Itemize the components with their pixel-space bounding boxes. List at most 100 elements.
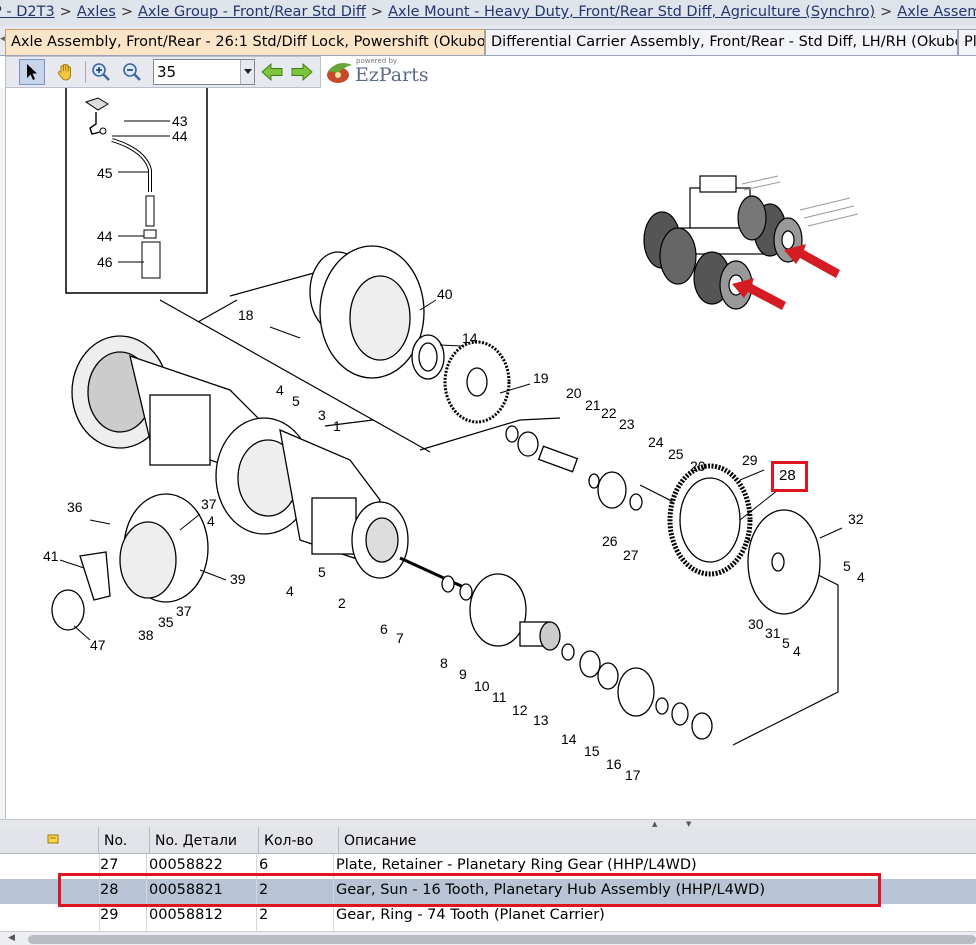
- svg-text:43: 43: [172, 113, 188, 129]
- cell-part-number: 00058812: [149, 907, 223, 923]
- svg-text:14: 14: [462, 330, 478, 346]
- svg-text:1: 1: [333, 418, 341, 434]
- cell-description: Plate, Retainer - Planetary Ring Gear (H…: [336, 857, 697, 873]
- cell-no: 29: [100, 907, 119, 923]
- ezparts-logo-icon: [327, 63, 352, 83]
- tab-partial[interactable]: Pl: [958, 29, 976, 55]
- cell-part-number: 00058822: [149, 857, 223, 873]
- cell-no: 27: [100, 857, 119, 873]
- svg-text:20: 20: [566, 385, 582, 401]
- tab-differential-carrier[interactable]: Differential Carrier Assembly, Front/Rea…: [485, 29, 958, 55]
- svg-text:24: 24: [648, 434, 664, 450]
- tab-label: Differential Carrier Assembly, Front/Rea…: [491, 34, 958, 50]
- pan-tool-button[interactable]: [53, 59, 79, 85]
- breadcrumb-link-axle-mount[interactable]: Axle Mount - Heavy Duty, Front/Rear Std …: [388, 4, 875, 20]
- svg-text:16: 16: [606, 756, 622, 772]
- breadcrumb-separator: >: [370, 4, 384, 20]
- arrow-right-icon: [291, 63, 313, 81]
- pointer-icon: [27, 64, 37, 80]
- svg-text:29: 29: [742, 452, 758, 468]
- svg-text:3: 3: [318, 407, 326, 423]
- toolbar-separator: [85, 61, 86, 83]
- column-header-quantity-label: Кол-во: [264, 833, 314, 849]
- svg-text:4: 4: [793, 643, 801, 659]
- svg-text:37: 37: [201, 496, 217, 512]
- select-tool-button[interactable]: [19, 59, 45, 85]
- zoom-dropdown-button[interactable]: [240, 60, 254, 84]
- svg-text:4: 4: [286, 583, 294, 599]
- hand-icon: [57, 63, 71, 81]
- zoom-level-select[interactable]: 35: [153, 59, 255, 85]
- previous-button[interactable]: [259, 59, 285, 85]
- cell-quantity: 2: [259, 907, 269, 923]
- svg-text:47: 47: [90, 637, 106, 653]
- column-header-part-number-label: No. Детали: [155, 833, 238, 849]
- svg-text:35: 35: [158, 614, 174, 630]
- breadcrumb-link-model[interactable]: P - D2T3: [0, 4, 55, 20]
- svg-text:37: 37: [176, 603, 192, 619]
- toolbar: 35 powered by EzParts: [0, 56, 976, 88]
- svg-text:38: 38: [138, 627, 154, 643]
- svg-text:20: 20: [690, 458, 706, 474]
- svg-text:44: 44: [97, 228, 113, 244]
- tab-label: Pl: [964, 34, 976, 50]
- brand-name: EzParts: [355, 64, 429, 86]
- panel-splitter[interactable]: ▲ ▼: [0, 819, 976, 828]
- planet-carrier-39: [79, 493, 209, 603]
- tool-group: 35: [5, 56, 321, 88]
- svg-text:5: 5: [843, 558, 851, 574]
- breadcrumb-separator: >: [880, 4, 893, 20]
- svg-text:32: 32: [848, 511, 864, 527]
- svg-text:11: 11: [492, 689, 507, 705]
- svg-text:17: 17: [625, 767, 641, 783]
- scrollbar-thumb[interactable]: [28, 935, 976, 944]
- svg-text:46: 46: [97, 254, 113, 270]
- svg-text:15: 15: [584, 743, 600, 759]
- scroll-left-icon[interactable]: ◀: [8, 933, 15, 943]
- cell-description: Gear, Ring - 74 Tooth (Planet Carrier): [336, 907, 605, 923]
- parts-diagram[interactable]: 43 44 45 44 46 40 18 14 19 4 5 3 1 20 21…: [0, 88, 976, 819]
- zoom-in-button[interactable]: [88, 59, 114, 85]
- svg-text:21: 21: [585, 397, 601, 413]
- zoom-in-icon: [92, 63, 110, 81]
- svg-text:36: 36: [67, 499, 83, 515]
- callout-28-highlight[interactable]: 28: [771, 461, 808, 492]
- svg-text:2: 2: [338, 595, 346, 611]
- column-header-part-number[interactable]: No. Детали: [150, 827, 259, 854]
- breadcrumb-separator: >: [120, 4, 133, 20]
- svg-text:5: 5: [318, 564, 326, 580]
- plate-32: [747, 509, 821, 615]
- breadcrumb-link-axle-assembly[interactable]: Axle Assembly: [897, 4, 976, 20]
- selected-row-annotation: [58, 873, 881, 907]
- column-header-quantity[interactable]: Кол-во: [259, 827, 339, 854]
- svg-text:4: 4: [276, 382, 284, 398]
- gear-19: [443, 340, 511, 424]
- svg-text:5: 5: [782, 635, 790, 651]
- breadcrumb-link-axle-group[interactable]: Axle Group - Front/Rear Std Diff: [138, 4, 366, 20]
- breadcrumb: P - D2T3>Axles>Axle Group - Front/Rear S…: [0, 0, 976, 26]
- svg-text:18: 18: [238, 307, 254, 323]
- svg-text:13: 13: [533, 712, 549, 728]
- note-icon: [47, 834, 59, 844]
- zoom-out-button[interactable]: [119, 59, 145, 85]
- breadcrumb-link-axles[interactable]: Axles: [77, 4, 116, 20]
- hub-8: [469, 573, 561, 651]
- tractor-illustration: [643, 175, 803, 310]
- column-header-no[interactable]: No.: [99, 827, 150, 854]
- column-header-icon[interactable]: [0, 827, 99, 854]
- tab-axle-assembly[interactable]: Axle Assembly, Front/Rear - 26:1 Std/Dif…: [5, 29, 485, 55]
- svg-text:26: 26: [602, 533, 618, 549]
- exploded-axle-diagram: 43 44 45 44 46 40 18 14 19 4 5 3 1 20 21…: [43, 88, 865, 783]
- horizontal-scrollbar[interactable]: ◀: [0, 931, 976, 945]
- svg-text:39: 39: [230, 571, 246, 587]
- svg-text:22: 22: [601, 405, 617, 421]
- breadcrumb-separator: >: [59, 4, 72, 20]
- svg-text:25: 25: [668, 446, 684, 462]
- svg-text:30: 30: [748, 616, 764, 632]
- hub-40: [309, 245, 445, 380]
- column-header-description[interactable]: Описание: [339, 827, 976, 854]
- svg-text:45: 45: [97, 165, 113, 181]
- next-button[interactable]: [289, 59, 315, 85]
- svg-text:12: 12: [512, 702, 528, 718]
- svg-text:7: 7: [396, 630, 404, 646]
